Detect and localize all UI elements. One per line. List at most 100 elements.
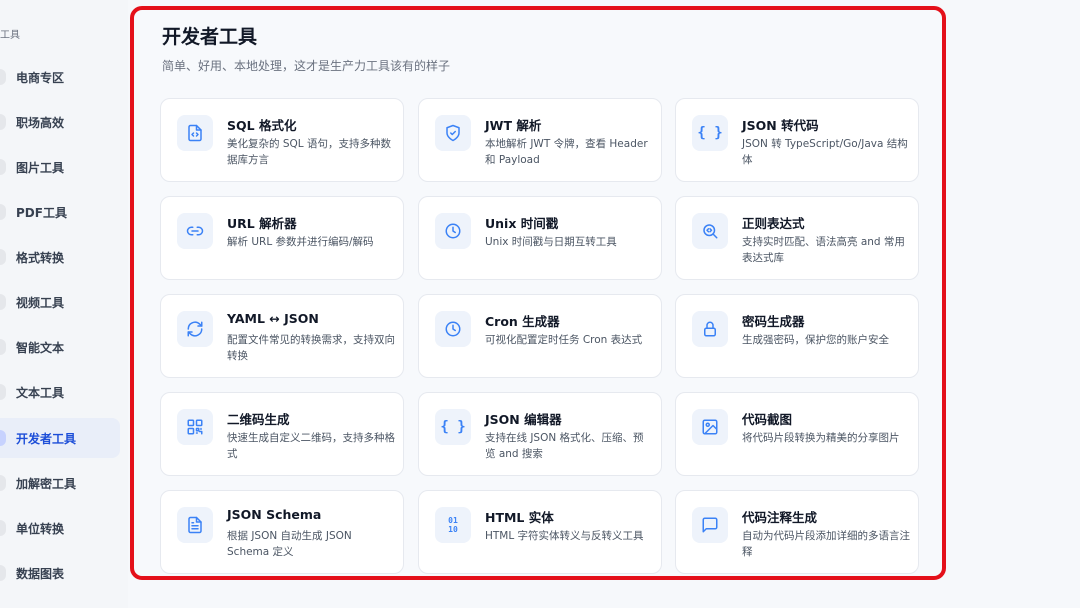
tool-card-jwt-parse[interactable]: JWT 解析 本地解析 JWT 令牌，查看 Header 和 Payload [418, 98, 662, 182]
sidebar-item-data-charts[interactable]: 数据图表 [0, 553, 120, 593]
tool-card-title: YAML ↔ JSON [227, 311, 319, 326]
tool-card-regex[interactable]: 正则表达式 支持实时匹配、语法高亮 and 常用表达式库 [675, 196, 919, 280]
clock-icon [435, 311, 471, 347]
sidebar-item-label: 加解密工具 [16, 476, 77, 491]
sidebar-item-marker [0, 69, 6, 85]
tool-card-code-screenshot[interactable]: 代码截图 将代码片段转换为精美的分享图片 [675, 392, 919, 476]
message-icon [692, 507, 728, 543]
sidebar-item-label: 职场高效 [16, 115, 65, 130]
developer-tools-panel: 开发者工具 简单、好用、本地处理，这才是生产力工具该有的样子 SQL 格式化 美… [130, 6, 946, 580]
file-code-icon [177, 115, 213, 151]
tool-card-desc: 快速生成自定义二维码，支持多种格式 [227, 432, 395, 460]
tool-card-desc: JSON 转 TypeScript/Go/Java 结构体 [742, 138, 908, 166]
sidebar-item-marker [0, 159, 6, 175]
tool-card-title: 密码生成器 [742, 314, 805, 329]
tool-card-title: Unix 时间戳 [485, 216, 559, 231]
tool-card-qr-code[interactable]: 二维码生成 快速生成自定义二维码，支持多种格式 [160, 392, 404, 476]
tool-card-title: JWT 解析 [485, 118, 542, 133]
sidebar-header: 工具 [0, 30, 20, 41]
sidebar-item-marker [0, 204, 6, 220]
tool-card-json-to-code[interactable]: { } JSON 转代码 JSON 转 TypeScript/Go/Java 结… [675, 98, 919, 182]
tool-card-title: 代码截图 [742, 412, 793, 427]
sidebar-item-label: 智能文本 [16, 340, 65, 355]
page-title: 开发者工具 [162, 26, 258, 48]
tool-card-desc: HTML 字符实体转义与反转义工具 [485, 530, 644, 542]
tool-card-json-editor[interactable]: { } JSON 编辑器 支持在线 JSON 格式化、压缩、预览 and 搜索 [418, 392, 662, 476]
image-icon [692, 409, 728, 445]
page-subtitle: 简单、好用、本地处理，这才是生产力工具该有的样子 [162, 59, 451, 73]
tool-card-desc: Unix 时间戳与日期互转工具 [485, 236, 617, 248]
tool-card-desc: 解析 URL 参数并进行编码/解码 [227, 236, 374, 248]
sidebar-item-developer-tools[interactable]: 开发者工具 [0, 418, 120, 458]
qr-code-icon [177, 409, 213, 445]
sidebar-item-format-convert[interactable]: 格式转换 [0, 237, 120, 277]
link-icon [177, 213, 213, 249]
binary-icon: 01 10 [435, 507, 471, 543]
braces-icon: { } [692, 115, 728, 151]
tool-card-title: Cron 生成器 [485, 314, 560, 329]
sidebar-item-marker [0, 294, 6, 310]
sidebar-item-marker [0, 565, 6, 581]
tool-card-desc: 支持在线 JSON 格式化、压缩、预览 and 搜索 [485, 432, 644, 460]
tool-card-desc: 将代码片段转换为精美的分享图片 [742, 432, 900, 444]
tool-card-title: JSON 转代码 [742, 118, 819, 133]
tool-card-title: 二维码生成 [227, 412, 290, 427]
tool-card-password-generator[interactable]: 密码生成器 生成强密码，保护您的账户安全 [675, 294, 919, 378]
sidebar-item-label: 格式转换 [16, 250, 65, 265]
tool-card-desc: 支持实时匹配、语法高亮 and 常用表达式库 [742, 236, 905, 264]
sidebar-item-crypto-tools[interactable]: 加解密工具 [0, 463, 120, 503]
tool-card-html-entity[interactable]: 01 10 HTML 实体 HTML 字符实体转义与反转义工具 [418, 490, 662, 574]
sidebar-item-smart-text[interactable]: 智能文本 [0, 327, 120, 367]
tool-card-desc: 生成强密码，保护您的账户安全 [742, 334, 889, 346]
sidebar-item-label: PDF工具 [16, 205, 67, 220]
tool-card-yaml-json[interactable]: YAML ↔ JSON 配置文件常见的转换需求，支持双向转换 [160, 294, 404, 378]
tool-card-sql-format[interactable]: SQL 格式化 美化复杂的 SQL 语句，支持多种数据库方言 [160, 98, 404, 182]
tool-card-title: 正则表达式 [742, 216, 805, 231]
sidebar-item-marker [0, 384, 6, 400]
sidebar-item-workplace[interactable]: 职场高效 [0, 102, 120, 142]
sidebar: 工具 电商专区 职场高效 图片工具 PDF工具 格式转换 视频工具 智能文本 文… [0, 0, 128, 608]
tool-card-unix-timestamp[interactable]: Unix 时间戳 Unix 时间戳与日期互转工具 [418, 196, 662, 280]
sidebar-item-text-tools[interactable]: 文本工具 [0, 372, 120, 412]
tool-card-title: JSON Schema [227, 507, 322, 522]
sidebar-item-marker [0, 520, 6, 536]
sidebar-item-label: 电商专区 [16, 70, 65, 85]
tool-card-cron-generator[interactable]: Cron 生成器 可视化配置定时任务 Cron 表达式 [418, 294, 662, 378]
sidebar-item-marker [0, 114, 6, 130]
sidebar-item-marker [0, 475, 6, 491]
sidebar-item-pdf-tools[interactable]: PDF工具 [0, 192, 120, 232]
lock-icon [692, 311, 728, 347]
sidebar-item-image-tools[interactable]: 图片工具 [0, 147, 120, 187]
sidebar-item-ecommerce[interactable]: 电商专区 [0, 57, 120, 97]
sidebar-item-label: 视频工具 [16, 295, 65, 310]
refresh-icon [177, 311, 213, 347]
tool-card-code-comment[interactable]: 代码注释生成 自动为代码片段添加详细的多语言注释 [675, 490, 919, 574]
sidebar-item-label: 图片工具 [16, 160, 65, 175]
tool-card-desc: 本地解析 JWT 令牌，查看 Header 和 Payload [485, 138, 648, 166]
tool-card-title: SQL 格式化 [227, 118, 297, 133]
sidebar-item-label: 数据图表 [16, 566, 65, 581]
tool-card-desc: 根据 JSON 自动生成 JSON Schema 定义 [227, 530, 352, 558]
sidebar-item-label: 单位转换 [16, 521, 65, 536]
sidebar-item-video-tools[interactable]: 视频工具 [0, 282, 120, 322]
clock-icon [435, 213, 471, 249]
file-text-icon [177, 507, 213, 543]
tool-card-title: 代码注释生成 [742, 510, 818, 525]
braces-icon: { } [435, 409, 471, 445]
sidebar-item-marker [0, 249, 6, 265]
tool-card-desc: 美化复杂的 SQL 语句，支持多种数据库方言 [227, 138, 391, 166]
tool-card-title: JSON 编辑器 [485, 412, 562, 427]
tool-card-desc: 配置文件常见的转换需求，支持双向转换 [227, 334, 395, 362]
sidebar-item-marker [0, 430, 6, 446]
tool-card-desc: 自动为代码片段添加详细的多语言注释 [742, 530, 910, 558]
shield-icon [435, 115, 471, 151]
tool-card-url-parser[interactable]: URL 解析器 解析 URL 参数并进行编码/解码 [160, 196, 404, 280]
tool-card-title: HTML 实体 [485, 510, 554, 525]
sidebar-item-label: 文本工具 [16, 385, 65, 400]
sidebar-item-unit-convert[interactable]: 单位转换 [0, 508, 120, 548]
sidebar-item-label: 开发者工具 [16, 431, 77, 446]
sidebar-item-marker [0, 339, 6, 355]
search-code-icon [692, 213, 728, 249]
tool-card-json-schema[interactable]: JSON Schema 根据 JSON 自动生成 JSON Schema 定义 [160, 490, 404, 574]
tool-card-title: URL 解析器 [227, 216, 297, 231]
